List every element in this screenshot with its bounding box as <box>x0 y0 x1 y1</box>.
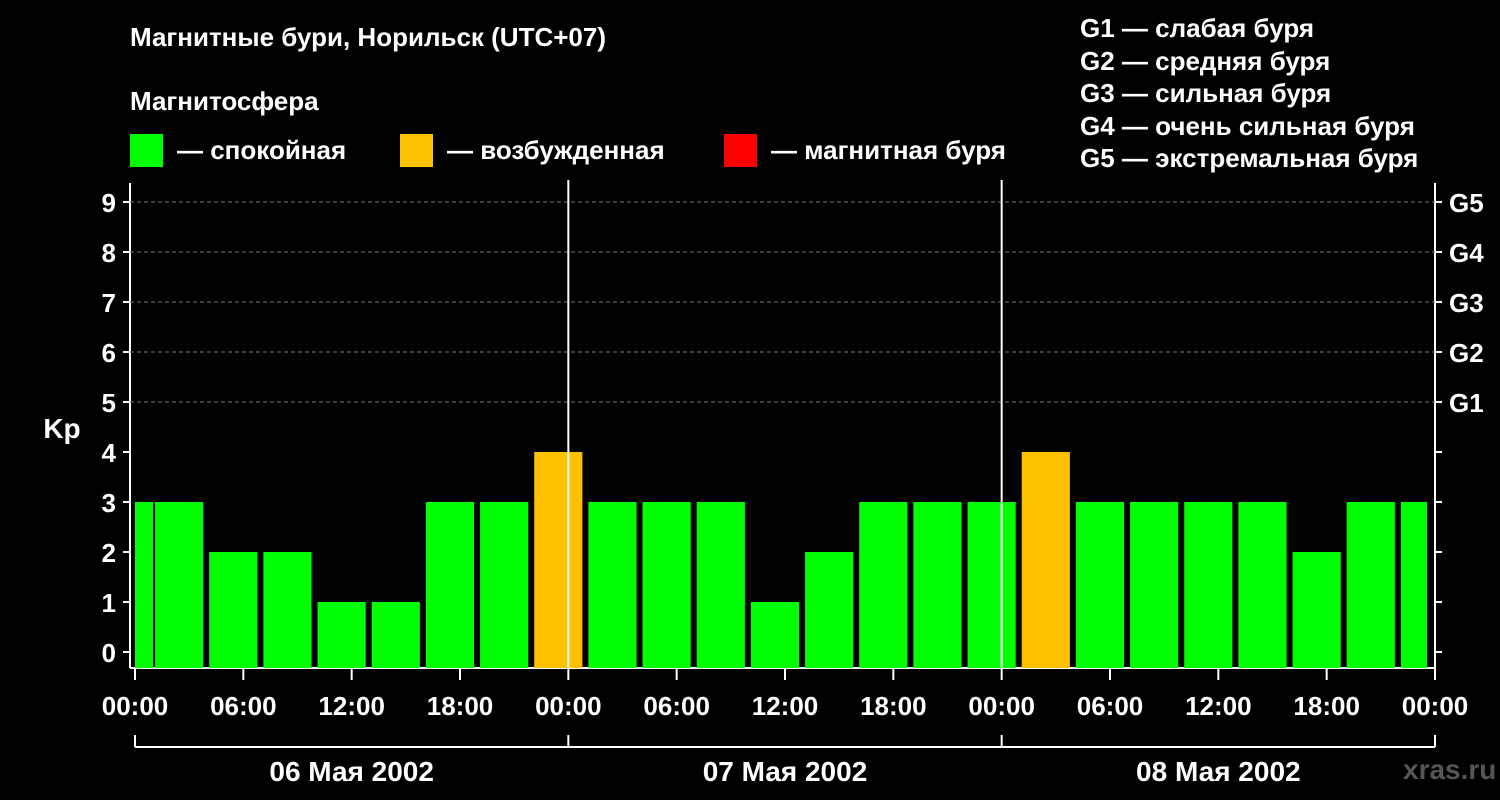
y-tick-label: 5 <box>102 388 116 418</box>
x-tick-label: 00:00 <box>102 691 169 721</box>
x-tick-label: 00:00 <box>1402 691 1469 721</box>
kp-bar <box>209 552 258 668</box>
kp-bar <box>750 602 800 668</box>
g-level-label: G2 <box>1449 338 1484 368</box>
kp-bar <box>155 502 204 668</box>
day-label: 07 Мая 2002 <box>703 756 868 787</box>
kp-bar-chart: 0 1 2 3 4 5 6 7 8 9 G1 G2 G3 G4 G5 Kp 00:00 06:00 12:00 18:… <box>43 180 1484 787</box>
g-level-label: G3 <box>1449 288 1484 318</box>
y-tick-label: 0 <box>102 638 116 668</box>
kp-bar <box>967 502 1016 668</box>
kp-bar <box>1400 502 1427 668</box>
y-tick-label: 4 <box>102 438 117 468</box>
g-level-label: G1 <box>1449 388 1484 418</box>
g-level-label: G4 <box>1449 238 1484 268</box>
kp-bar <box>1075 502 1125 668</box>
g-level-label: G5 <box>1449 188 1484 218</box>
kp-bar <box>642 502 691 668</box>
kp-bar <box>1130 502 1179 668</box>
kp-bar <box>317 602 366 668</box>
day-label: 06 Мая 2002 <box>269 756 434 787</box>
x-tick-label: 06:00 <box>643 691 710 721</box>
watermark: xras.ru <box>1403 754 1497 785</box>
kp-bar <box>1292 552 1341 668</box>
y-tick-label: 2 <box>102 538 116 568</box>
x-tick-label: 18:00 <box>1293 691 1360 721</box>
x-tick-label: 18:00 <box>860 691 927 721</box>
day-label: 08 Мая 2002 <box>1136 756 1301 787</box>
x-tick-label: 12:00 <box>752 691 819 721</box>
kp-bar <box>859 502 908 668</box>
kp-bar <box>1238 502 1287 668</box>
x-tick-label: 00:00 <box>968 691 1035 721</box>
y-tick-label: 3 <box>102 488 116 518</box>
x-tick-label: 00:00 <box>535 691 602 721</box>
kp-bar <box>696 502 745 668</box>
kp-bar <box>805 552 854 668</box>
kp-bar <box>588 502 637 668</box>
kp-bar <box>263 552 312 668</box>
y-tick-label: 6 <box>102 338 116 368</box>
kp-bar <box>425 502 475 668</box>
kp-bar <box>913 502 962 668</box>
kp-bar <box>1021 452 1070 668</box>
kp-bar <box>135 502 154 668</box>
x-tick-label: 18:00 <box>427 691 494 721</box>
kp-bar <box>1184 502 1233 668</box>
kp-bar <box>534 452 583 668</box>
kp-bar <box>1346 502 1395 668</box>
x-tick-label: 12:00 <box>1185 691 1252 721</box>
x-tick-label: 12:00 <box>318 691 385 721</box>
kp-bar <box>371 602 420 668</box>
y-tick-label: 7 <box>102 288 116 318</box>
y-tick-label: 9 <box>102 188 116 218</box>
x-tick-label: 06:00 <box>1077 691 1144 721</box>
y-tick-label: 1 <box>102 588 116 618</box>
y-axis-title: Kp <box>43 413 80 444</box>
kp-bar <box>480 502 529 668</box>
x-tick-label: 06:00 <box>210 691 277 721</box>
y-tick-label: 8 <box>102 238 116 268</box>
